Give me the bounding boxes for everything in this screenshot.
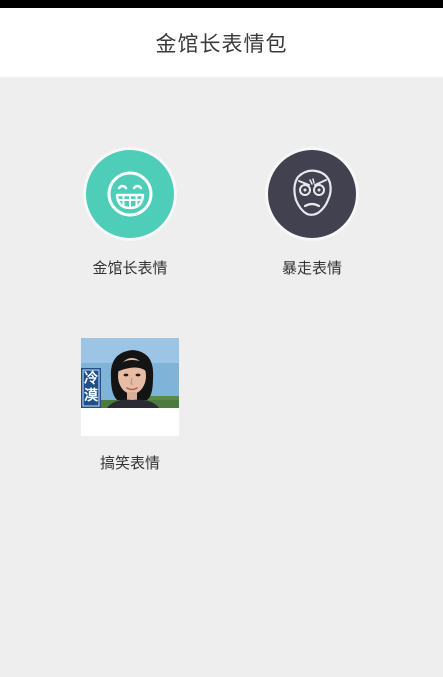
grin-face-icon — [107, 171, 153, 217]
category-gaoxiao[interactable]: 冷漠 搞笑表情 — [55, 338, 205, 473]
baozou-avatar — [268, 150, 356, 238]
thumbnail-banner-text: 冷漠 — [84, 371, 98, 404]
jinguanzhang-avatar — [86, 150, 174, 238]
rage-face-icon — [293, 169, 332, 216]
category-label: 金馆长表情 — [92, 259, 168, 277]
category-label: 搞笑表情 — [99, 454, 160, 472]
status-bar — [0, 0, 443, 8]
category-label: 暴走表情 — [281, 259, 342, 277]
page-title: 金馆长表情包 — [155, 31, 288, 56]
app-header: 金馆长表情包 — [0, 8, 443, 77]
photo-thumbnail: 冷漠 — [81, 338, 179, 436]
category-grid: 金馆长表情 暴走表情 冷漠 搞笑表情 — [0, 77, 443, 677]
category-jinguanzhang[interactable]: 金馆长表情 — [55, 150, 205, 278]
category-baozou[interactable]: 暴走表情 — [237, 150, 387, 278]
